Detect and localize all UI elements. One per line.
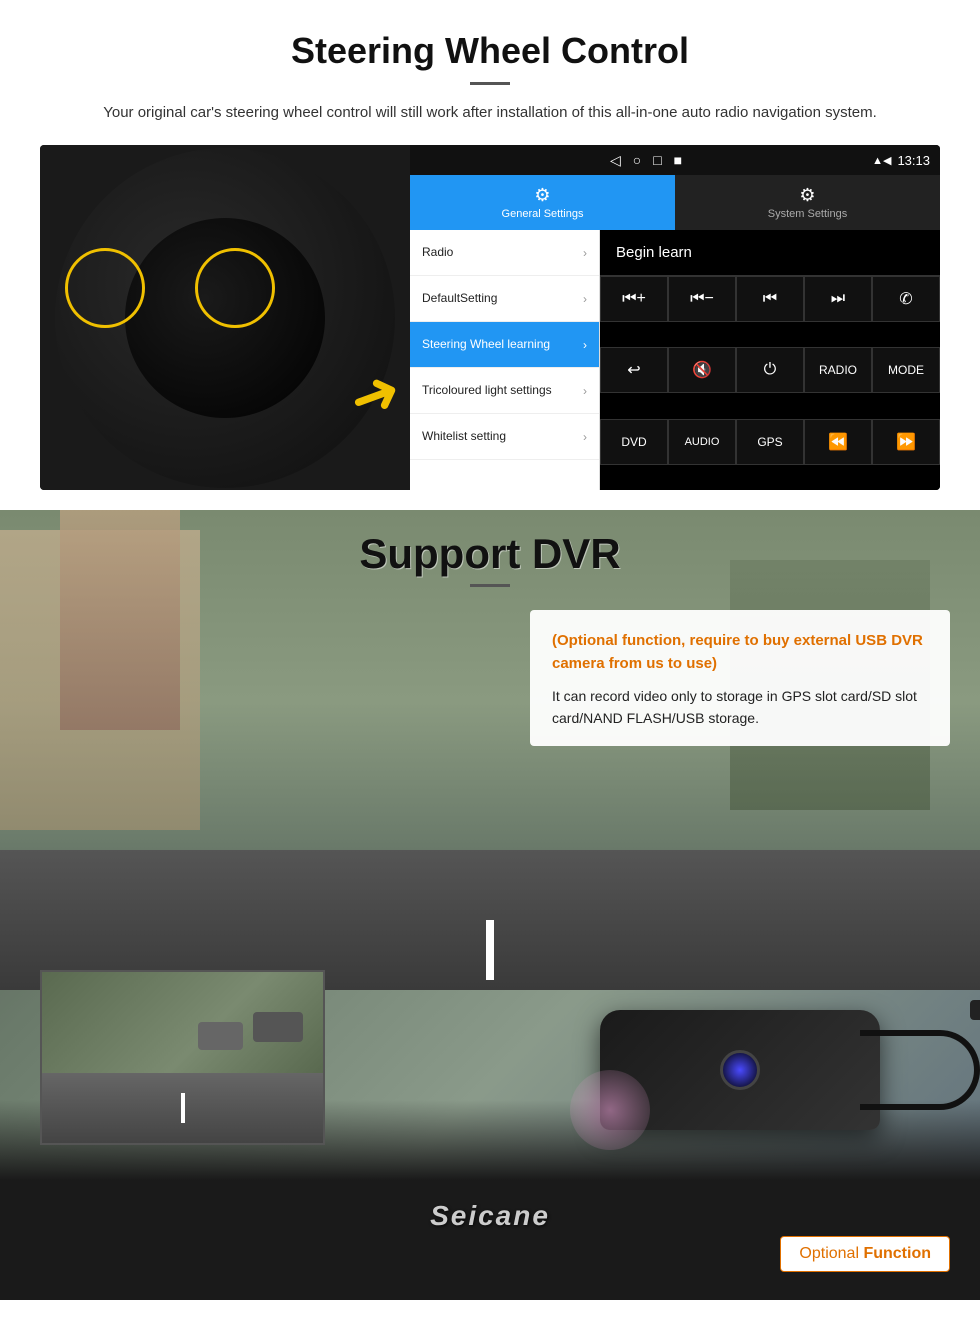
menu-item-steering-label: Steering Wheel learning (422, 337, 550, 353)
steering-title: Steering Wheel Control (40, 30, 940, 72)
dvr-inset-road (42, 1073, 323, 1143)
optional-function-badge: Optional Function (780, 1236, 950, 1272)
ctrl-prev-track[interactable]: ⏮ (736, 276, 804, 322)
menu-item-whitelist[interactable]: Whitelist setting › (410, 414, 599, 460)
dvr-inset-car2 (198, 1022, 243, 1050)
recent-nav-icon[interactable]: □ (653, 152, 661, 169)
status-bar: ◁ ○ □ ■ ▲◀ 13:13 (410, 145, 940, 175)
menu-item-steering-learning[interactable]: Steering Wheel learning › (410, 322, 599, 368)
dvr-camera-area (530, 960, 950, 1180)
dvr-section: Support DVR (Optional function, require … (0, 510, 980, 1300)
menu-item-whitelist-chevron: › (583, 430, 587, 444)
ctrl-radio[interactable]: RADIO (804, 347, 872, 393)
menu-item-steering-chevron: › (583, 338, 587, 352)
optional-word: Optional (799, 1245, 859, 1262)
dvr-info-card: (Optional function, require to buy exter… (530, 610, 950, 746)
nav-icons: ◁ ○ □ ■ (420, 152, 872, 169)
seicane-brand-text: Seicane (430, 1200, 550, 1231)
menu-item-radio-label: Radio (422, 245, 453, 261)
back-nav-icon[interactable]: ◁ (610, 152, 621, 169)
ctrl-mute[interactable]: 🔇 (668, 347, 736, 393)
steering-divider (470, 82, 510, 85)
ctrl-vol-down[interactable]: ⏮− (668, 276, 736, 322)
begin-learn-row: Begin learn (600, 230, 940, 276)
seicane-brand: Seicane (430, 1200, 550, 1232)
ctrl-next-track[interactable]: ⏭ (804, 276, 872, 322)
signal-icons: ▲◀ (872, 154, 891, 167)
ctrl-hang-up[interactable]: ↩ (600, 347, 668, 393)
dvr-divider (470, 584, 510, 587)
function-word: Function (863, 1245, 931, 1262)
home-nav-icon[interactable]: ○ (633, 152, 641, 169)
steering-wheel (55, 148, 395, 488)
steering-subtitle: Your original car's steering wheel contr… (90, 101, 890, 125)
dvr-inset-screen (40, 970, 325, 1145)
general-settings-icon: ⚙ (534, 185, 550, 206)
right-panel: Begin learn ⏮+ ⏮− ⏮ ⏭ ✆ ↩ 🔇 ⏻ RADIO MODE… (600, 230, 940, 490)
system-settings-icon: ⚙ (799, 185, 815, 206)
ctrl-gps[interactable]: GPS (736, 419, 804, 465)
menu-nav-icon[interactable]: ■ (674, 152, 682, 169)
menu-item-defaultsetting[interactable]: DefaultSetting › (410, 276, 599, 322)
begin-learn-text[interactable]: Begin learn (616, 244, 692, 261)
dvr-optional-note: (Optional function, require to buy exter… (552, 630, 928, 675)
dvr-cable-usb-end (970, 1000, 980, 1020)
ctrl-next-call[interactable]: ⏩ (872, 419, 940, 465)
menu-item-default-label: DefaultSetting (422, 291, 497, 307)
general-settings-label: General Settings (502, 208, 584, 220)
steering-interface: ➜ ◁ ○ □ ■ ▲◀ 13:13 ⚙ General Settings (40, 145, 940, 490)
menu-item-default-chevron: › (583, 292, 587, 306)
menu-item-tricoloured-chevron: › (583, 384, 587, 398)
status-time: 13:13 (897, 153, 930, 168)
tab-general-settings[interactable]: ⚙ General Settings (410, 175, 675, 230)
menu-item-tricoloured[interactable]: Tricoloured light settings › (410, 368, 599, 414)
system-settings-label: System Settings (768, 208, 847, 220)
tab-system-settings[interactable]: ⚙ System Settings (675, 175, 940, 230)
menu-item-tricoloured-label: Tricoloured light settings (422, 383, 552, 399)
steering-photo: ➜ (40, 145, 410, 490)
android-menu: Radio › DefaultSetting › Steering Wheel … (410, 230, 940, 490)
steering-section: Steering Wheel Control Your original car… (0, 0, 980, 510)
steering-wheel-inner (125, 218, 325, 418)
dvr-inset-car1 (253, 1012, 303, 1042)
dvr-road-line (486, 920, 494, 980)
dvr-camera-lens (720, 1050, 760, 1090)
ctrl-vol-up[interactable]: ⏮+ (600, 276, 668, 322)
android-ui: ◁ ○ □ ■ ▲◀ 13:13 ⚙ General Settings ⚙ Sy… (410, 145, 940, 490)
android-tabs: ⚙ General Settings ⚙ System Settings (410, 175, 940, 230)
dvr-title-bar: Support DVR (0, 510, 980, 595)
ctrl-mode[interactable]: MODE (872, 347, 940, 393)
dvr-camera-glow (570, 1070, 650, 1150)
ctrl-phone[interactable]: ✆ (872, 276, 940, 322)
ctrl-audio[interactable]: AUDIO (668, 419, 736, 465)
dvr-description: It can record video only to storage in G… (552, 685, 928, 730)
menu-item-whitelist-label: Whitelist setting (422, 429, 506, 445)
dvr-inset-inner (42, 972, 323, 1143)
dvr-inset-road-line (181, 1093, 185, 1123)
control-buttons-grid: ⏮+ ⏮− ⏮ ⏭ ✆ ↩ 🔇 ⏻ RADIO MODE DVD AUDIO G… (600, 276, 940, 490)
ctrl-prev-call[interactable]: ⏪ (804, 419, 872, 465)
dvr-camera-device (600, 1010, 880, 1130)
menu-item-radio-chevron: › (583, 246, 587, 260)
menu-list: Radio › DefaultSetting › Steering Wheel … (410, 230, 600, 490)
menu-item-radio[interactable]: Radio › (410, 230, 599, 276)
ctrl-power[interactable]: ⏻ (736, 347, 804, 393)
dvr-title: Support DVR (0, 530, 980, 578)
dvr-camera-cable (860, 1030, 980, 1110)
ctrl-dvd[interactable]: DVD (600, 419, 668, 465)
